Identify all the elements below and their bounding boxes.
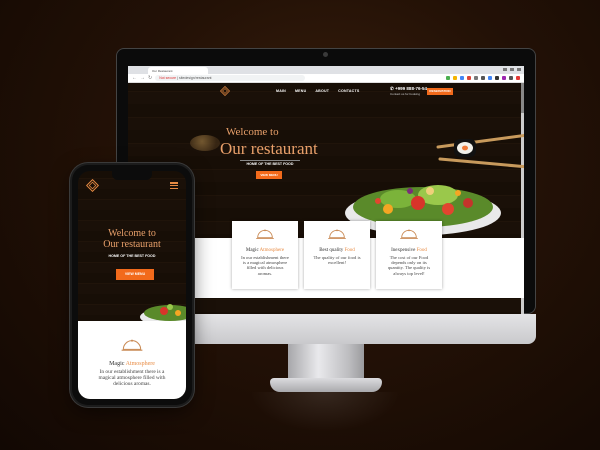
monitor-base xyxy=(270,378,382,392)
extension-icon[interactable] xyxy=(467,76,471,80)
feature-card-price: Inexpensive Food The cost of our Food de… xyxy=(376,221,442,289)
mobile-feature-card: Magic Atmosphere In our establishment th… xyxy=(78,321,186,399)
stand-reflection xyxy=(250,392,400,432)
mobile-hero-title: Our restaurant xyxy=(103,239,161,250)
reservation-button[interactable]: RESERVATION xyxy=(427,88,453,95)
mobile-view-menu-button[interactable]: VIEW MENU xyxy=(116,269,154,280)
extension-icon[interactable] xyxy=(460,76,464,80)
phone-icon: ✆ xyxy=(390,86,394,91)
back-arrow-icon[interactable]: ← xyxy=(132,75,137,81)
phone-notch xyxy=(112,171,152,180)
cloche-icon xyxy=(328,229,346,239)
extension-icon[interactable] xyxy=(488,76,492,80)
extension-icon[interactable] xyxy=(474,76,478,80)
mobile-feature-text: In our establishment there is a magical … xyxy=(98,369,166,387)
smartphone: Welcome to Our restaurant HOME OF THE BE… xyxy=(72,165,192,405)
feature-card-atmosphere: Magic Atmosphere In our establishment th… xyxy=(232,221,298,289)
site-header: MAIN MENU ABOUT CONTACTS ✆ +999 888-76-5… xyxy=(128,83,524,99)
webcam-icon xyxy=(323,52,328,57)
feature-text: In our establishment there is a magical … xyxy=(241,255,289,276)
hamburger-menu-icon[interactable] xyxy=(170,182,178,190)
extension-icon[interactable] xyxy=(446,76,450,80)
nav-menu[interactable]: MENU xyxy=(295,89,306,93)
cloche-icon xyxy=(400,229,418,239)
minimize-icon[interactable] xyxy=(503,68,507,71)
monitor-stand xyxy=(288,344,364,380)
profile-avatar[interactable] xyxy=(516,76,520,80)
hero-title: Our restaurant xyxy=(220,139,318,158)
extension-icon[interactable] xyxy=(453,76,457,80)
phone-subtitle: Contact us for booking xyxy=(390,92,421,96)
sushi-chopsticks-icon xyxy=(454,139,476,157)
window-controls xyxy=(503,68,521,71)
tab-bar: Our Restaurant xyxy=(128,66,524,74)
mobile-hero-subtitle: HOME OF THE BEST FOOD xyxy=(108,254,156,258)
extensions-toolbar xyxy=(446,76,520,80)
dried-leaf-decoration xyxy=(190,135,220,151)
browser-tab[interactable]: Our Restaurant xyxy=(148,67,208,74)
phone-number[interactable]: +999 888-76-54 xyxy=(395,86,427,91)
extension-icon[interactable] xyxy=(495,76,499,80)
reload-icon[interactable]: ↻ xyxy=(148,75,152,81)
phone-contact: ✆ +999 888-76-54 Contact us for booking xyxy=(390,86,427,96)
diamond-logo-icon[interactable] xyxy=(220,86,230,96)
feature-text: The cost of our Food depends only on its… xyxy=(387,255,431,276)
not-secure-label: Not secure xyxy=(159,76,177,80)
extension-icon[interactable] xyxy=(481,76,485,80)
diamond-logo-icon[interactable] xyxy=(86,179,99,192)
maximize-icon[interactable] xyxy=(510,68,514,71)
url-input[interactable]: Not secure | sitedesign/restaurant xyxy=(155,75,306,81)
cloche-icon xyxy=(256,229,274,239)
feature-text: The quality of our food is excellent! xyxy=(313,255,361,266)
extension-icon[interactable] xyxy=(502,76,506,80)
mobile-hero-welcome: Welcome to xyxy=(108,228,156,239)
nav-about[interactable]: ABOUT xyxy=(315,89,329,93)
nav-contacts[interactable]: CONTACTS xyxy=(338,89,359,93)
phone-screen: Welcome to Our restaurant HOME OF THE BE… xyxy=(78,171,186,399)
hero-subtitle: HOME OF THE BEST FOOD xyxy=(240,160,300,166)
forward-arrow-icon[interactable]: → xyxy=(140,75,145,81)
cloche-icon xyxy=(121,339,143,351)
feature-card-quality: Best quality Food The quality of our foo… xyxy=(304,221,370,289)
nav-main[interactable]: MAIN xyxy=(276,89,286,93)
view-menu-button[interactable]: VIEW MENU xyxy=(256,171,282,179)
main-nav: MAIN MENU ABOUT CONTACTS xyxy=(276,89,359,93)
scrollbar-thumb[interactable] xyxy=(521,83,524,113)
extension-icon[interactable] xyxy=(509,76,513,80)
address-bar: ← → ↻ Not secure | sitedesign/restaurant xyxy=(128,74,524,83)
url-text: sitedesign/restaurant xyxy=(179,76,212,80)
close-icon[interactable] xyxy=(517,68,521,71)
hero-welcome: Welcome to xyxy=(226,126,279,138)
